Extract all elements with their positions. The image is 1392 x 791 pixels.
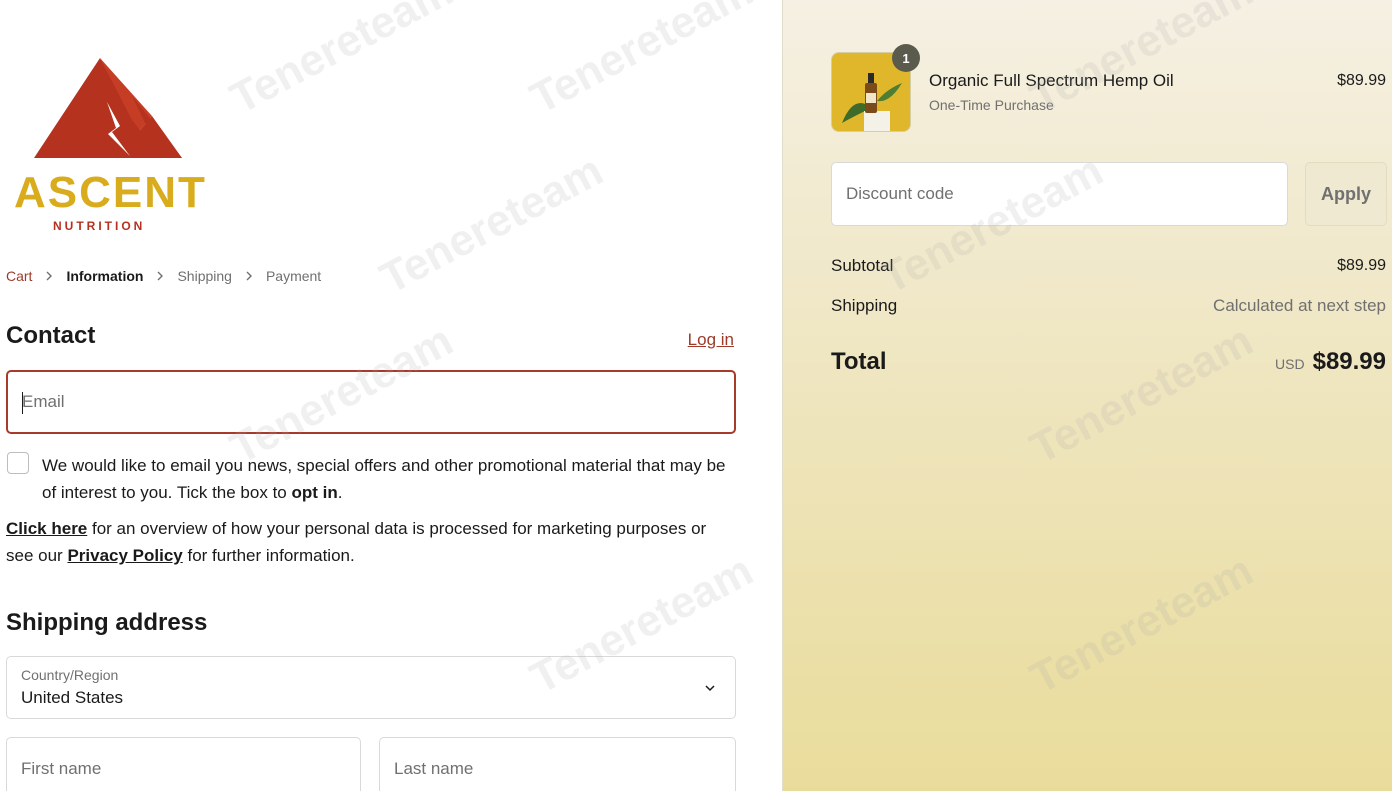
chevron-right-icon <box>155 271 165 281</box>
checkout-form-panel: ASCENT NUTRITION Cart Information Shippi… <box>0 0 782 791</box>
chevron-right-icon <box>244 271 254 281</box>
shipping-address-heading: Shipping address <box>6 609 208 636</box>
click-here-link[interactable]: Click here <box>6 519 87 538</box>
breadcrumb-information: Information <box>66 268 144 284</box>
quantity-badge: 1 <box>892 44 920 72</box>
product-name: Organic Full Spectrum Hemp Oil <box>929 71 1174 90</box>
shipping-label: Shipping <box>831 296 898 315</box>
product-variant: One-Time Purchase <box>929 97 1054 113</box>
last-name-field-wrapper <box>379 737 736 791</box>
total-value: $89.99 <box>1312 348 1386 375</box>
privacy-policy-link[interactable]: Privacy Policy <box>67 546 182 565</box>
order-summary-panel: 1 Organic Full Spectrum Hemp Oil One-Tim… <box>782 0 1392 791</box>
discount-field-wrapper <box>831 162 1288 226</box>
country-select-value: United States <box>21 688 124 707</box>
email-field-wrapper <box>6 370 736 434</box>
subtotal-label: Subtotal <box>831 256 894 275</box>
subtotal-value: $89.99 <box>1337 257 1386 274</box>
first-name-field[interactable] <box>7 738 360 791</box>
last-name-field[interactable] <box>380 738 735 791</box>
apply-discount-button[interactable]: Apply <box>1305 162 1387 226</box>
breadcrumb-payment: Payment <box>265 268 322 284</box>
marketing-optin-label: We would like to email you news, special… <box>42 456 726 502</box>
total-currency: USD <box>1275 356 1305 372</box>
discount-code-input[interactable] <box>832 163 1287 225</box>
breadcrumb: Cart Information Shipping Payment <box>6 268 321 284</box>
breadcrumb-cart[interactable]: Cart <box>6 268 32 284</box>
login-link[interactable]: Log in <box>688 330 734 350</box>
breadcrumb-shipping: Shipping <box>177 268 232 284</box>
first-name-field-wrapper <box>6 737 361 791</box>
chevron-right-icon <box>44 271 54 281</box>
brand-wordmark: ASCENT <box>14 168 207 217</box>
email-field[interactable] <box>8 372 734 432</box>
text-cursor <box>22 392 23 414</box>
contact-heading: Contact <box>6 322 96 349</box>
shipping-value: Calculated at next step <box>1213 296 1386 315</box>
brand-subname: NUTRITION <box>53 219 146 233</box>
total-amount: USD $89.99 <box>1275 348 1386 376</box>
country-select-label: Country/Region <box>21 667 119 683</box>
marketing-optin-checkbox[interactable] <box>7 452 29 474</box>
total-label: Total <box>831 348 887 375</box>
privacy-notice: Click here for an overview of how your p… <box>6 519 707 565</box>
chevron-down-icon <box>705 685 715 692</box>
product-price: $89.99 <box>1337 72 1386 89</box>
country-select[interactable]: Country/Region United States <box>6 656 736 719</box>
